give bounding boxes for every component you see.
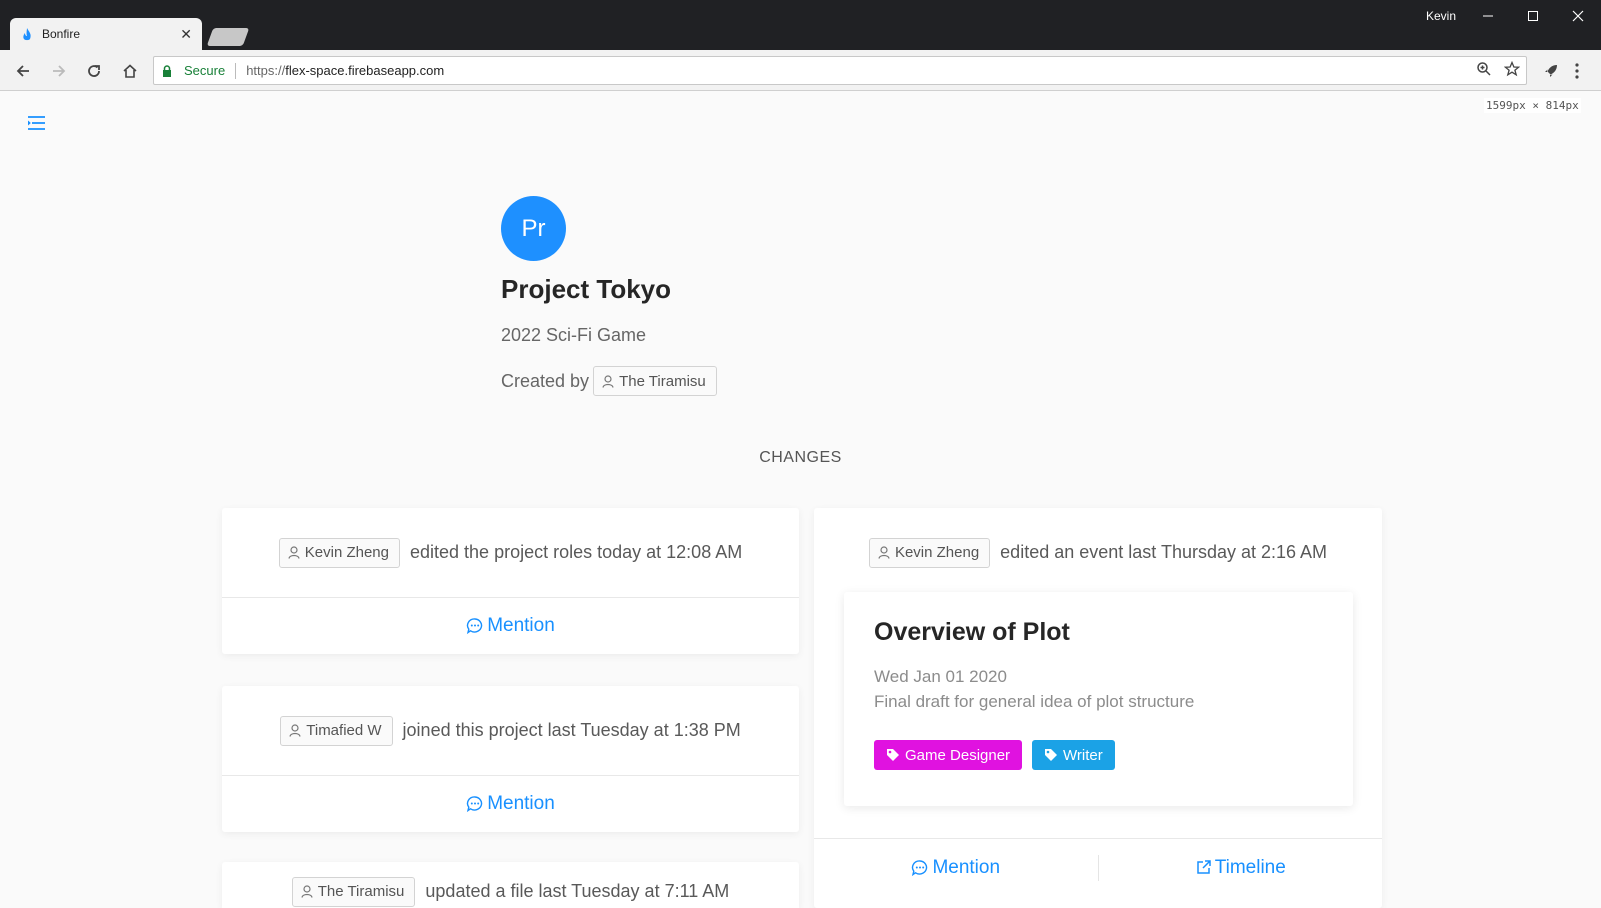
browser-toolbar: Secure https:// flex-space.firebaseapp.c… [0,50,1601,91]
zoom-icon[interactable] [1476,61,1492,80]
change-text: edited an event last Thursday at 2:16 AM [1000,542,1328,562]
bonfire-favicon-icon [20,27,34,41]
mention-button[interactable]: Mention [466,793,555,815]
bookmark-star-icon[interactable] [1503,60,1521,80]
minimize-icon[interactable] [1466,2,1510,30]
change-text: joined this project last Tuesday at 1:38… [402,720,741,740]
user-icon [602,374,614,388]
tag-icon [1045,749,1058,761]
change-card: Timafied W joined this project last Tues… [222,686,799,832]
timeline-button[interactable]: Timeline [1195,857,1286,879]
event-card[interactable]: Overview of Plot Wed Jan 01 2020 Final d… [844,592,1353,806]
role-label: Game Designer [905,746,1011,764]
change-user-tag[interactable]: Kevin Zheng [278,537,400,568]
back-arrow-icon[interactable] [10,58,36,84]
secure-label: Secure [184,63,226,78]
tag-icon [887,749,899,761]
user-icon [878,546,890,559]
project-subtitle: 2022 Sci-Fi Game [501,325,647,345]
project-avatar: Pr [501,196,566,261]
user-icon [301,885,313,898]
viewport-size-readout: 1599px × 814px [1484,98,1581,113]
creator-user-tag[interactable]: The Tiramisu [593,366,717,396]
external-link-icon [1196,860,1211,874]
project-title: Project Tokyo [501,274,672,304]
event-date: Wed Jan 01 2020 [874,667,1007,686]
change-card: The Tiramisu updated a file last Tuesday… [222,862,799,908]
mention-label: Mention [487,615,555,636]
timeline-label: Timeline [1214,856,1286,878]
event-title: Overview of Plot [874,618,1070,646]
reload-icon[interactable] [81,58,107,84]
comment-icon [467,796,483,813]
created-by-label: Created by [501,370,590,391]
comment-icon [467,618,483,635]
close-window-icon[interactable] [1556,2,1600,30]
role-tag-game-designer[interactable]: Game Designer [874,740,1023,770]
browser-tab[interactable]: Bonfire ✕ [10,18,202,50]
lock-icon [162,64,178,77]
change-card: Kevin Zheng edited the project roles tod… [222,508,799,654]
change-user-tag[interactable]: The Tiramisu [291,876,416,907]
change-text: edited the project roles today at 12:08 … [410,542,743,562]
change-user-tag[interactable]: Timafied W [280,715,393,746]
mention-label: Mention [487,793,555,814]
browser-menu-icon[interactable] [1574,62,1580,85]
forward-arrow-icon[interactable] [46,58,72,84]
user-icon [288,546,300,559]
comment-icon [912,859,928,876]
role-label: Writer [1063,746,1103,764]
user-icon [289,724,301,737]
event-description: Final draft for general idea of plot str… [874,692,1195,711]
browser-title-bar: Bonfire ✕ Kevin [0,0,1601,50]
mention-button[interactable]: Mention [911,857,1000,879]
creator-name: The Tiramisu [619,372,706,390]
created-by-row: Created by The Tiramisu [501,366,717,396]
home-icon[interactable] [117,58,143,84]
rocket-extension-icon[interactable] [1542,62,1560,85]
change-user-name: Kevin Zheng [304,544,389,561]
new-tab-button[interactable] [206,28,250,46]
changes-heading: CHANGES [759,449,842,466]
mention-button[interactable]: Mention [466,615,555,637]
change-user-name: The Tiramisu [317,883,405,900]
tab-title: Bonfire [42,27,81,41]
url-host: flex-space.firebaseapp.com [285,63,445,78]
change-user-name: Timafied W [306,722,382,739]
change-user-name: Kevin Zheng [894,544,980,561]
url-protocol: https:// [246,63,286,78]
change-user-tag[interactable]: Kevin Zheng [868,537,991,568]
menu-unfold-icon[interactable] [26,112,48,134]
change-text: updated a file last Tuesday at 7:11 AM [425,881,730,901]
maximize-icon[interactable] [1511,2,1555,30]
address-bar[interactable]: Secure https:// flex-space.firebaseapp.c… [153,56,1527,85]
mention-label: Mention [932,856,1001,878]
role-tag-writer[interactable]: Writer [1032,740,1115,770]
browser-user-name[interactable]: Kevin [1426,9,1456,23]
tab-close-icon[interactable]: ✕ [180,26,192,43]
address-separator [235,62,237,79]
event-roles: Game Designer Writer [874,740,1323,770]
